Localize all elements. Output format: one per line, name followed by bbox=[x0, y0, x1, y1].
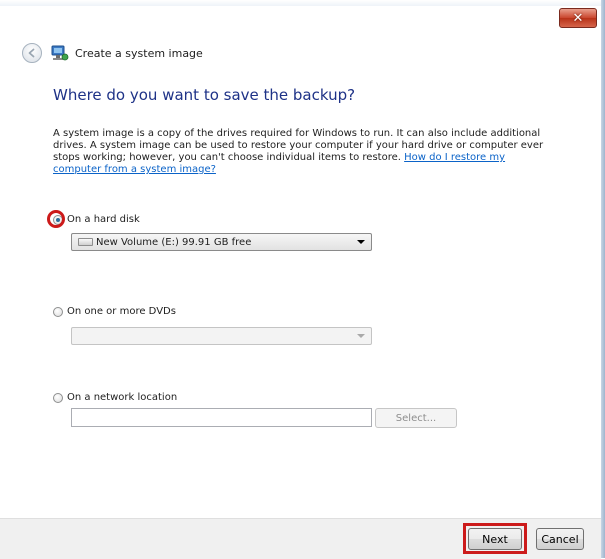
option-network-location[interactable]: On a network location bbox=[53, 392, 177, 403]
next-highlight-annotation bbox=[463, 523, 527, 554]
chevron-down-icon bbox=[357, 240, 365, 244]
network-location-input[interactable] bbox=[71, 408, 372, 427]
cancel-button[interactable]: Cancel bbox=[536, 528, 584, 550]
back-arrow-icon bbox=[28, 48, 35, 58]
close-button[interactable]: ✕ bbox=[559, 8, 597, 28]
option-dvds[interactable]: On one or more DVDs bbox=[53, 306, 176, 317]
window-title: Create a system image bbox=[75, 46, 203, 60]
hard-disk-dropdown[interactable]: New Volume (E:) 99.91 GB free bbox=[71, 233, 372, 251]
close-icon: ✕ bbox=[572, 10, 584, 26]
backup-app-icon bbox=[51, 45, 69, 61]
option-hard-disk[interactable]: On a hard disk bbox=[53, 214, 140, 225]
chevron-down-icon bbox=[357, 334, 365, 338]
dvds-label: On one or more DVDs bbox=[67, 306, 176, 317]
dvds-radio[interactable] bbox=[53, 306, 63, 317]
window-frame-right bbox=[601, 0, 605, 558]
select-network-button: Select... bbox=[375, 408, 457, 428]
radio-highlight-annotation bbox=[47, 210, 65, 228]
hard-disk-dropdown-value: New Volume (E:) 99.91 GB free bbox=[96, 236, 252, 248]
network-label: On a network location bbox=[67, 392, 178, 403]
window-frame-top bbox=[0, 0, 605, 6]
hard-disk-label: On a hard disk bbox=[67, 214, 140, 225]
page-title: Where do you want to save the backup? bbox=[53, 86, 356, 104]
network-radio[interactable] bbox=[53, 392, 63, 403]
drive-icon bbox=[78, 238, 93, 246]
description-text: A system image is a copy of the drives r… bbox=[53, 128, 553, 176]
dvds-dropdown bbox=[71, 327, 372, 345]
back-button[interactable] bbox=[22, 43, 42, 63]
wizard-header: Create a system image bbox=[22, 42, 203, 64]
